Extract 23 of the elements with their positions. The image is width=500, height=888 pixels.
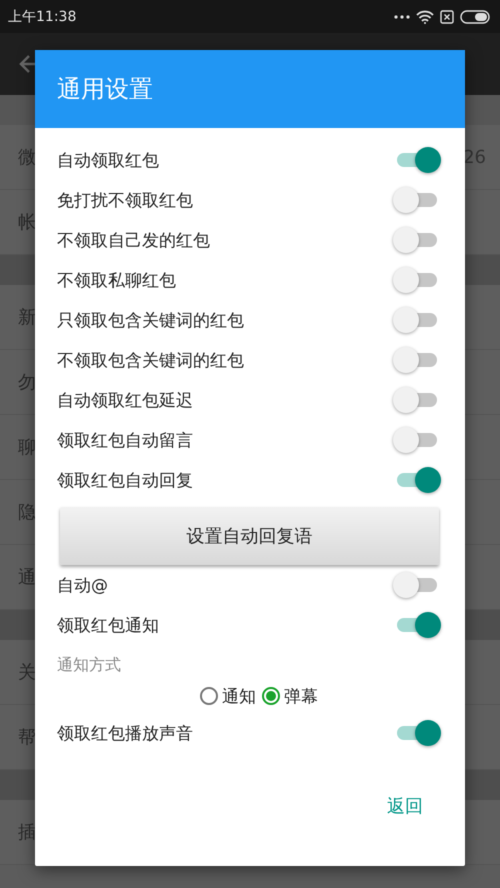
- switch-label: 领取红包自动回复: [57, 470, 193, 492]
- set-reply-button[interactable]: 设置自动回复语: [60, 507, 439, 565]
- switch-label: 不领取自己发的红包: [57, 230, 210, 252]
- switch-label: 领取红包通知: [57, 614, 159, 636]
- more-icon: [394, 14, 410, 18]
- switch-label: 不领取私聊红包: [57, 270, 176, 292]
- group-label: 通知方式: [57, 655, 121, 676]
- battery-icon: [460, 10, 492, 24]
- switch-label: 领取红包播放声音: [57, 722, 193, 744]
- switch-label: 自动领取红包: [57, 150, 159, 172]
- switch-label: 自动领取红包延迟: [57, 390, 193, 412]
- status-time: 上午11:38: [8, 8, 76, 26]
- radio-option[interactable]: 通知: [200, 684, 256, 708]
- switch-label: 领取红包自动留言: [57, 430, 193, 452]
- radio-option[interactable]: 弹幕: [262, 684, 318, 708]
- switch-label: 不领取包含关键词的红包: [57, 350, 244, 372]
- switch-label: 只领取包含关键词的红包: [57, 310, 244, 332]
- switch-label: 免打扰不领取红包: [57, 190, 193, 212]
- switch-label: 自动@: [57, 574, 108, 596]
- wifi-icon: [416, 10, 434, 24]
- sim-icon: [440, 10, 454, 24]
- dialog-title: 通用设置: [57, 74, 153, 105]
- back-link[interactable]: 返回: [385, 790, 425, 822]
